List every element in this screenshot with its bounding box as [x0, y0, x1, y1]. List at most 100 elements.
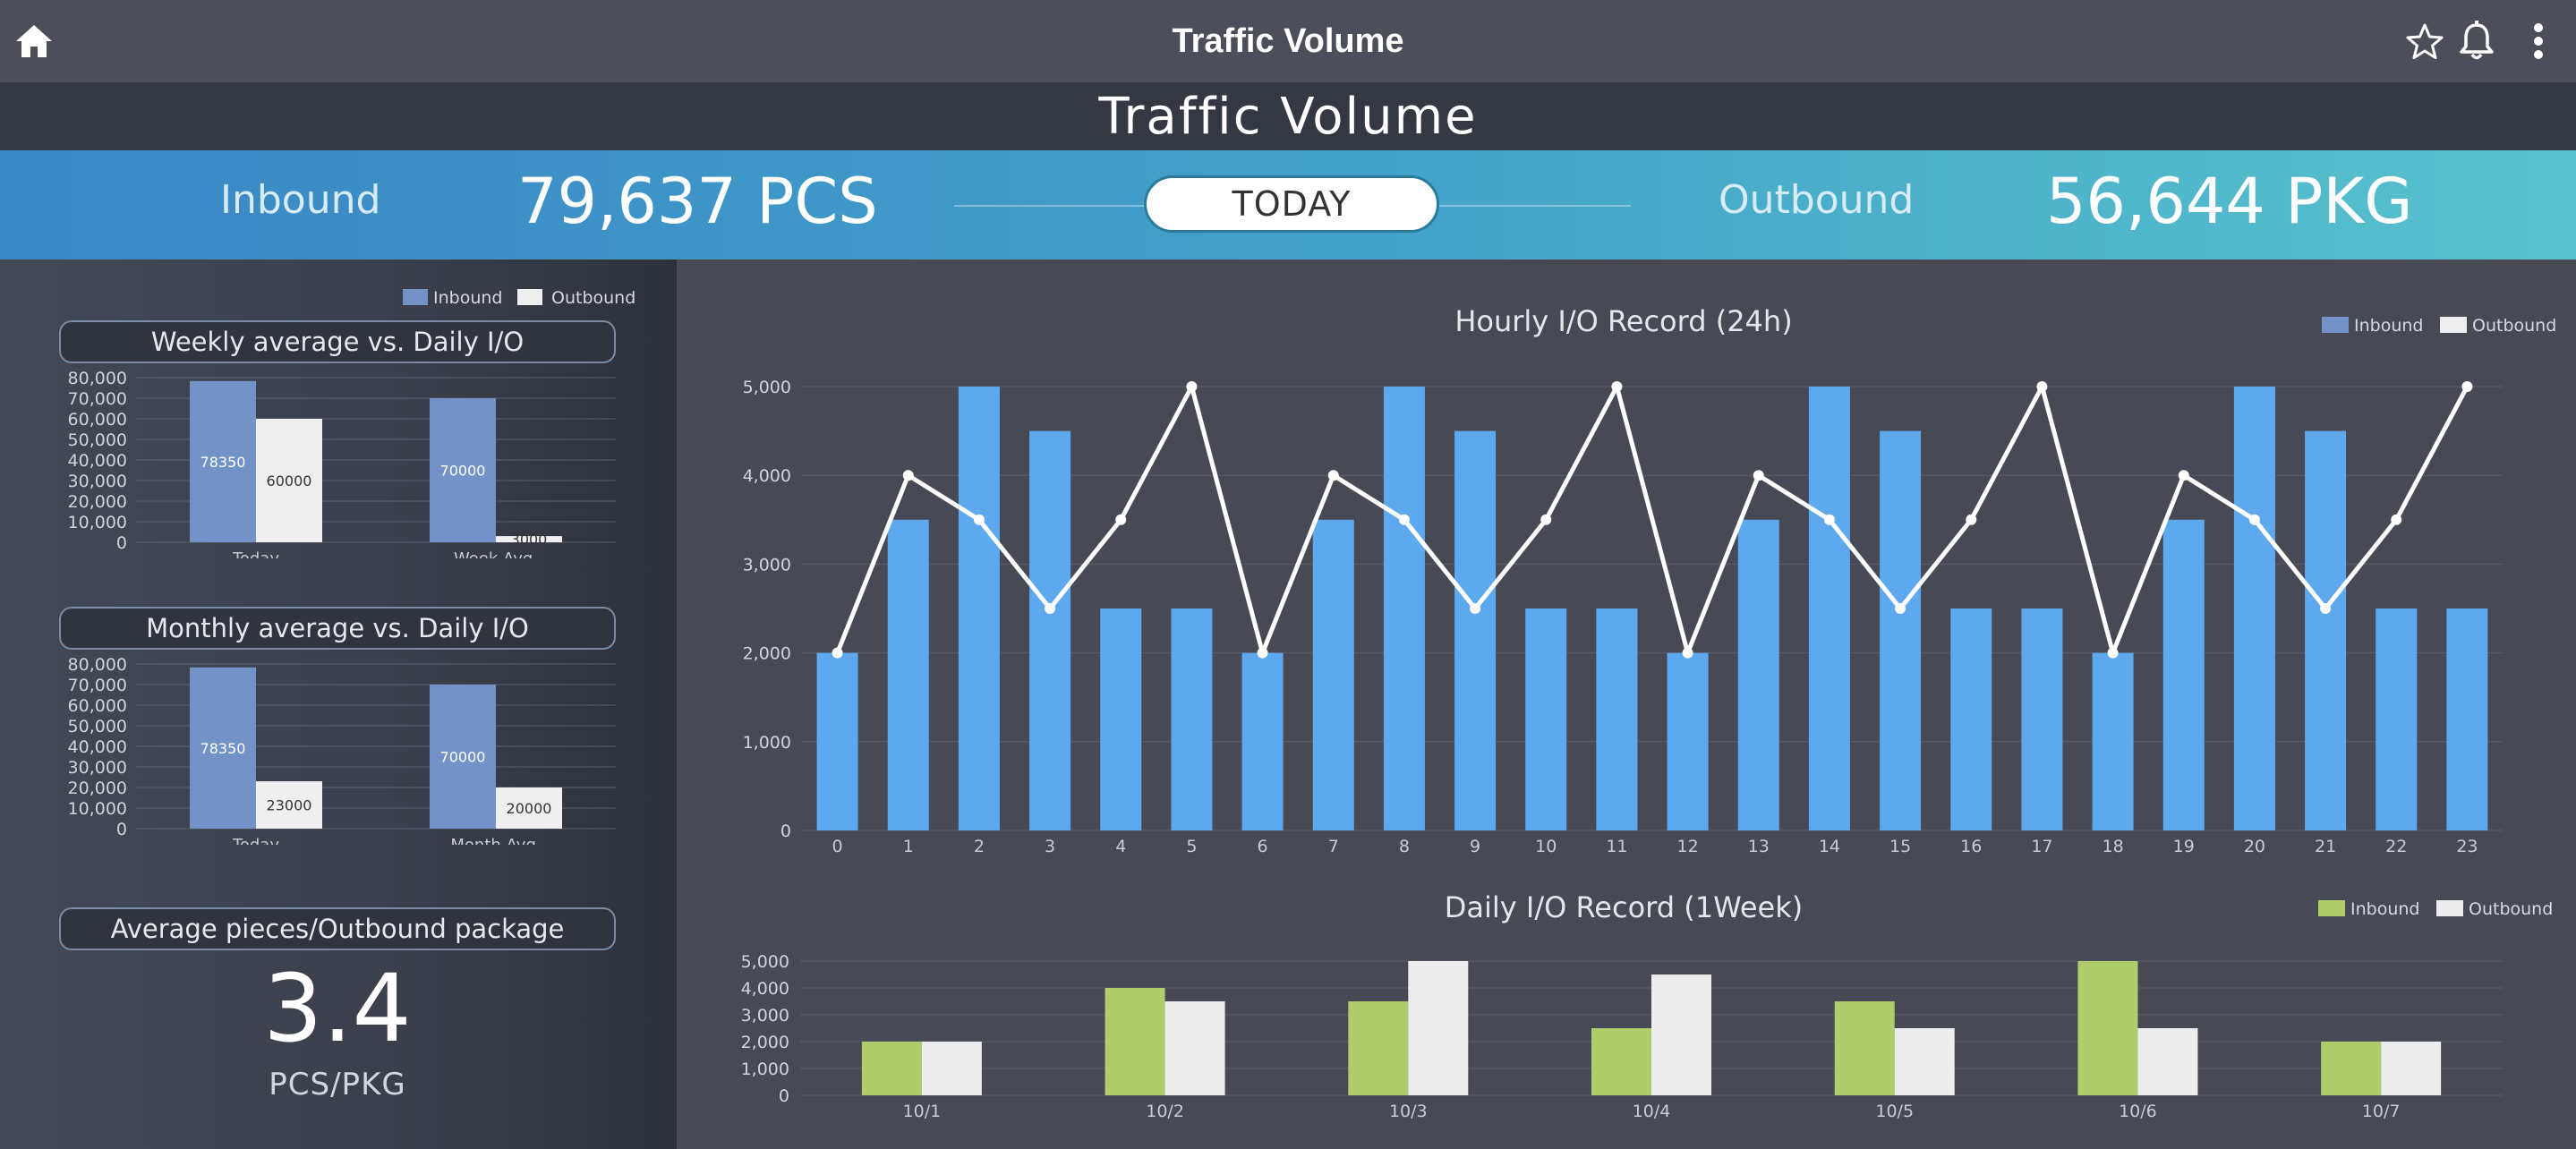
avg-pieces-title: Average pieces/Outbound package [59, 907, 616, 950]
point-outbound [1540, 514, 1552, 525]
x-tick-label: 5 [1186, 837, 1197, 856]
bar-inbound [2021, 609, 2063, 830]
y-tick-label: 50,000 [68, 430, 127, 450]
bar-inbound [1383, 387, 1425, 830]
point-outbound [1966, 514, 1977, 525]
inbound-label: Inbound [220, 177, 381, 223]
point-outbound [1045, 603, 1056, 614]
data-label: 70000 [440, 749, 486, 766]
x-tick-label: 10/2 [1146, 1102, 1184, 1121]
divider-left [954, 205, 1144, 207]
bar-inbound [861, 1042, 922, 1095]
bar-inbound [887, 519, 929, 830]
y-tick-label: 20,000 [68, 779, 127, 798]
y-tick-label: 2,000 [743, 644, 791, 664]
legend-outbound-label: Outbound [2472, 316, 2556, 336]
more-vert-icon[interactable] [2522, 20, 2555, 63]
left-panel: Inbound Outbound Weekly average vs. Dail… [0, 260, 677, 1149]
right-panel: Hourly I/O Record (24h) Inbound Outbound 0 1… [677, 260, 2576, 1149]
y-tick-label: 80,000 [68, 657, 127, 675]
x-tick-label: 10/3 [1389, 1102, 1428, 1121]
y-tick-label: 70,000 [68, 389, 127, 409]
daily-chart: Daily I/O Record (1Week) Inbound Outbound 0… [741, 890, 2554, 1121]
avg-pieces-value: 3.4 [263, 954, 412, 1063]
x-tick-label: 0 [832, 837, 843, 856]
outbound-label: Outbound [1719, 177, 1915, 223]
bar-outbound [921, 1042, 982, 1095]
point-outbound [902, 470, 914, 481]
x-tick-label: 16 [1960, 837, 1982, 856]
y-tick-label: 5,000 [741, 952, 789, 972]
x-tick-label: 7 [1328, 837, 1339, 856]
bar-inbound [1454, 430, 1497, 830]
y-tick-label: 5,000 [743, 378, 791, 397]
weekly-title: Weekly average vs. Daily I/O [59, 320, 616, 363]
x-tick-label: Month Avg. [450, 836, 541, 845]
x-tick-label: 12 [1676, 837, 1698, 856]
x-tick-label: Week Avg. [454, 549, 538, 558]
bar-outbound [1164, 1001, 1225, 1095]
y-tick-label: 80,000 [68, 370, 127, 388]
weekly-chart: 010,00020,00030,00040,00050,00060,00070,… [68, 370, 616, 558]
avg-pieces-unit: PCS/PKG [269, 1067, 406, 1102]
legend-outbound-swatch [517, 289, 542, 305]
legend-inbound-swatch [403, 289, 428, 305]
bar-inbound [1591, 1028, 1651, 1095]
monthly-title: Monthly average vs. Daily I/O [59, 607, 616, 650]
point-outbound [1398, 514, 1410, 525]
x-tick-label: 10/5 [1875, 1102, 1914, 1121]
point-outbound [1327, 470, 1339, 481]
x-tick-label: 11 [1606, 837, 1627, 856]
point-outbound [1611, 381, 1623, 392]
x-tick-label: 22 [2385, 837, 2407, 856]
point-outbound [2461, 381, 2473, 392]
x-tick-label: 19 [2173, 837, 2195, 856]
point-outbound [2320, 603, 2332, 614]
point-outbound [2391, 514, 2402, 525]
legend-outbound-swatch [2436, 900, 2463, 916]
bar-inbound [1808, 387, 1850, 830]
y-tick-label: 60,000 [68, 410, 127, 430]
x-tick-label: 15 [1889, 837, 1911, 856]
bar-inbound [2162, 519, 2205, 830]
point-outbound [1753, 470, 1764, 481]
bar-inbound [1880, 430, 1922, 830]
point-outbound [1682, 647, 1693, 659]
star-icon[interactable] [2404, 21, 2445, 63]
x-tick-label: 10/4 [1633, 1102, 1671, 1121]
legend-inbound-label: Inbound [2350, 899, 2419, 919]
y-tick-label: 10,000 [68, 799, 127, 819]
divider-right [1439, 205, 1631, 207]
x-tick-label: 18 [2102, 837, 2123, 856]
x-tick-label: 10 [1535, 837, 1557, 856]
point-outbound [1823, 514, 1835, 525]
bar-inbound [2321, 1042, 2382, 1095]
home-icon[interactable] [13, 20, 55, 63]
y-tick-label: 30,000 [68, 472, 127, 491]
x-tick-label: 21 [2315, 837, 2336, 856]
x-tick-label: 9 [1470, 837, 1480, 856]
x-tick-label: 10/1 [903, 1102, 942, 1121]
inbound-total: 79,637 PCS [517, 165, 878, 238]
point-outbound [2107, 647, 2119, 659]
x-tick-label: Today [232, 836, 279, 845]
y-tick-label: 4,000 [743, 466, 791, 486]
x-tick-label: 17 [2031, 837, 2052, 856]
y-tick-label: 60,000 [68, 696, 127, 716]
bar-inbound [1667, 652, 1709, 830]
y-tick-label: 0 [780, 821, 791, 841]
monthly-chart: 010,00020,00030,00040,00050,00060,00070,… [68, 657, 616, 845]
bell-icon[interactable] [2456, 20, 2497, 63]
y-tick-label: 40,000 [68, 737, 127, 757]
bar-inbound [1241, 652, 1284, 830]
bar-inbound [1029, 430, 1071, 830]
hourly-chart-title: Hourly I/O Record (24h) [1454, 304, 1792, 338]
bar-inbound [1596, 609, 1638, 830]
point-outbound [2248, 514, 2260, 525]
x-tick-label: Today [232, 549, 279, 558]
app-bar: Traffic Volume [0, 0, 2576, 82]
x-tick-label: 3 [1045, 837, 1055, 856]
point-outbound [973, 514, 985, 525]
today-button[interactable]: TODAY [1144, 175, 1439, 233]
y-tick-label: 20,000 [68, 492, 127, 512]
